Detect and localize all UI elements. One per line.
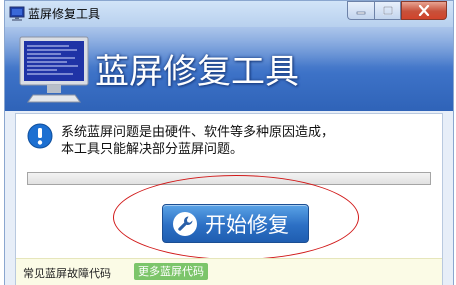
- maximize-button[interactable]: [374, 1, 401, 20]
- info-text-line-2: 本工具只能解决部分蓝屏问题。: [61, 142, 244, 157]
- window-controls: [347, 1, 447, 20]
- footer-bar: 常见蓝屏故障代码 更多蓝屏代码: [16, 258, 442, 285]
- title-bar[interactable]: 蓝屏修复工具: [5, 1, 453, 27]
- minimize-icon: [356, 11, 366, 14]
- common-codes-label: 常见蓝屏故障代码: [23, 267, 111, 280]
- wrench-icon: [173, 211, 197, 236]
- window-title: 蓝屏修复工具: [28, 7, 101, 21]
- banner-title: 蓝屏修复工具: [95, 52, 299, 92]
- app-icon: [9, 6, 25, 21]
- header-banner: 蓝屏修复工具: [5, 27, 453, 111]
- app-window: 蓝屏修复工具 蓝屏修复工具 系统蓝屏问题是由硬件、软件等多种原因造成， 本工具只…: [4, 0, 454, 285]
- info-icon: [27, 123, 53, 149]
- close-button[interactable]: [401, 1, 447, 20]
- minimize-button[interactable]: [347, 1, 374, 20]
- main-panel: 系统蓝屏问题是由硬件、软件等多种原因造成， 本工具只能解决部分蓝屏问题。 开始修…: [15, 113, 443, 285]
- info-text-line-1: 系统蓝屏问题是由硬件、软件等多种原因造成，: [61, 125, 335, 140]
- start-repair-label: 开始修复: [205, 212, 289, 237]
- bsod-monitor-icon: [19, 36, 89, 103]
- start-repair-button[interactable]: 开始修复: [162, 204, 309, 243]
- more-codes-link[interactable]: 更多蓝屏代码: [134, 263, 208, 280]
- close-icon: [418, 5, 430, 16]
- maximize-icon: [382, 6, 393, 15]
